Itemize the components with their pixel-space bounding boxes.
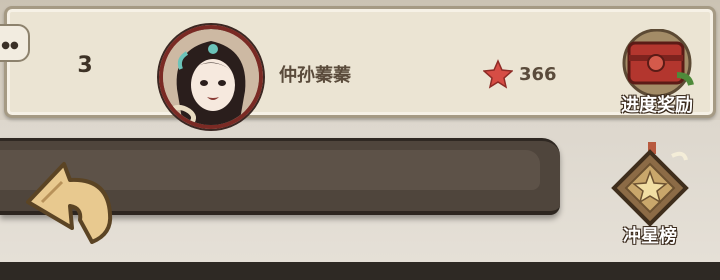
game-scene: 3 仲孙蓁蓁 366 进度奖励 ●● 冲星榜 bbox=[0, 0, 720, 280]
back-arrow-icon bbox=[26, 162, 113, 244]
star-count: 366 bbox=[519, 63, 557, 85]
leaderboard-row[interactable]: 3 仲孙蓁蓁 366 进度奖励 bbox=[4, 6, 716, 129]
player-avatar[interactable] bbox=[159, 25, 263, 129]
bottom-strip bbox=[0, 262, 720, 280]
chat-bubble-icon: ●● bbox=[1, 40, 19, 51]
progress-reward-label: 进度奖励 bbox=[621, 95, 693, 116]
progress-reward-button[interactable]: 进度奖励 bbox=[607, 28, 711, 123]
star-score: 366 bbox=[483, 59, 557, 89]
star-ranking-button[interactable]: 冲星榜 bbox=[600, 142, 700, 250]
rank-number: 3 bbox=[77, 53, 93, 78]
star-badge-icon bbox=[611, 142, 689, 227]
character-portrait-icon bbox=[163, 29, 259, 125]
treasure-chest-icon bbox=[622, 28, 694, 98]
star-ranking-label: 冲星榜 bbox=[623, 226, 677, 247]
star-icon bbox=[483, 59, 513, 89]
chat-bubble-button[interactable]: ●● bbox=[0, 24, 30, 62]
player-name: 仲孙蓁蓁 bbox=[279, 65, 351, 86]
back-button[interactable] bbox=[20, 150, 116, 246]
